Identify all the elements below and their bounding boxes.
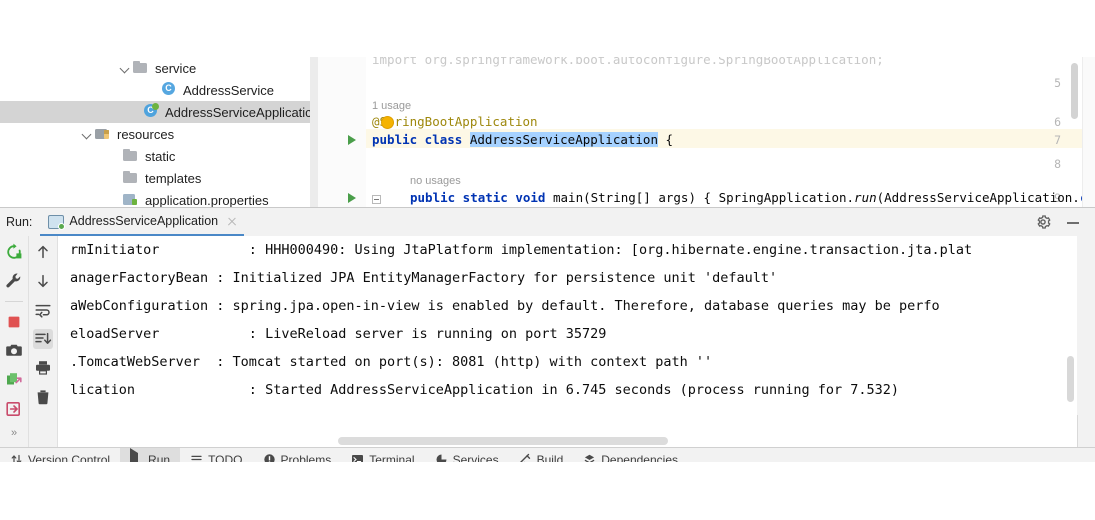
no-usage-hint[interactable]: no usages xyxy=(410,173,461,189)
console-horizontal-scrollbar[interactable] xyxy=(338,437,668,445)
close-icon[interactable] xyxy=(226,215,238,227)
arrow-down-icon[interactable] xyxy=(33,271,53,291)
run-tab-label: AddressServiceApplication xyxy=(69,214,219,228)
spring-boot-annotation: @SpringBootApplication xyxy=(372,114,538,129)
console-line: aWebConfiguration : spring.jpa.open-in-v… xyxy=(70,298,940,314)
open-brace: { xyxy=(658,132,674,147)
folder-icon xyxy=(122,170,140,186)
code-fold-icon[interactable] xyxy=(372,195,381,204)
tree-item-address-service-application[interactable]: AddressServiceApplicatic xyxy=(0,101,310,123)
arrow-up-icon[interactable] xyxy=(33,242,53,262)
main-signature: main(String[] args) { xyxy=(553,190,719,205)
tree-item-application-properties[interactable]: application.properties xyxy=(0,189,310,207)
camera-icon[interactable] xyxy=(4,341,24,361)
gear-icon[interactable] xyxy=(1035,214,1051,230)
keyword-public-class: public class xyxy=(372,132,470,147)
class-name-token[interactable]: AddressServiceApplication xyxy=(469,132,658,147)
import-statement-clipped: import org.springframework.boot.autoconf… xyxy=(372,57,884,67)
clipped-bottom-area xyxy=(0,462,1095,520)
class-declaration-line: public class AddressServiceApplication { xyxy=(372,132,673,148)
run-label: Run: xyxy=(6,215,33,229)
trash-icon[interactable] xyxy=(33,387,53,407)
line-number: 8 xyxy=(1054,157,1061,171)
ide-top-region: service AddressService AddressServiceApp… xyxy=(0,0,1095,207)
console-line: eloadServer : LiveReload server is runni… xyxy=(70,326,607,342)
console-line: .TomcatWebServer : Tomcat started on por… xyxy=(70,354,713,370)
keyword-public-static-void: public static void xyxy=(410,190,553,205)
chevrons-right-icon[interactable]: » xyxy=(11,428,17,439)
run-tool-window-header: Run: AddressServiceApplication xyxy=(0,208,1095,236)
run-method-token: run xyxy=(854,190,877,205)
folder-icon xyxy=(122,148,140,164)
gutter-strip xyxy=(310,57,318,207)
console-vertical-scrollbar[interactable] xyxy=(1067,356,1074,402)
run-tab-address-service-application[interactable]: AddressServiceApplication xyxy=(40,208,245,236)
thread-dump-icon[interactable] xyxy=(4,370,24,390)
main-args-token: (AddressServiceApplication. xyxy=(876,190,1080,205)
console-hscroll-track xyxy=(58,434,1077,448)
line-number: 5 xyxy=(1054,76,1061,90)
tree-item-static[interactable]: static xyxy=(0,145,310,167)
spring-boot-class-icon xyxy=(142,103,160,120)
run-toolbar-primary: » xyxy=(0,236,28,448)
tree-item-label: application.properties xyxy=(145,192,269,208)
line-number: 7 xyxy=(1054,133,1061,147)
tree-item-resources[interactable]: resources xyxy=(0,123,310,145)
ide-window: service AddressService AddressServiceApp… xyxy=(0,0,1095,520)
spring-application-call: SpringApplication. xyxy=(718,190,855,205)
tree-item-templates[interactable]: templates xyxy=(0,167,310,189)
soft-wrap-icon[interactable] xyxy=(33,300,53,320)
tree-item-label: AddressServiceApplicatic xyxy=(165,104,310,120)
editor-gutter[interactable] xyxy=(310,57,366,207)
tree-item-address-service[interactable]: AddressService xyxy=(0,79,310,101)
properties-file-icon xyxy=(122,192,140,207)
console-line: rmInitiator : HHH000490: Using JtaPlatfo… xyxy=(70,242,973,258)
editor-right-rail xyxy=(1082,57,1095,207)
run-header-actions xyxy=(1035,214,1095,230)
toolbar-divider xyxy=(5,301,23,302)
main-method-line: public static void main(String[] args) {… xyxy=(410,190,1095,206)
tree-item-label: static xyxy=(145,148,176,164)
run-gutter-icon[interactable] xyxy=(348,135,356,145)
rerun-icon[interactable] xyxy=(4,242,24,262)
clipped-top-area xyxy=(0,0,1095,57)
exit-icon[interactable] xyxy=(4,399,24,419)
wrench-icon[interactable] xyxy=(4,271,24,291)
usage-hint[interactable]: 1 usage xyxy=(372,98,411,114)
chevron-down-icon[interactable] xyxy=(80,127,94,141)
run-tool-window: Run: AddressServiceApplication » rmIniti… xyxy=(0,207,1095,520)
tree-item-label: resources xyxy=(117,126,175,142)
resources-folder-icon xyxy=(94,126,112,142)
line-number: 6 xyxy=(1054,115,1061,129)
code-editor[interactable]: 5 6 7 8 9 import org.springframework.boo… xyxy=(310,57,1095,207)
console-line: anagerFactoryBean : Initialized JPA Enti… xyxy=(70,270,778,286)
run-configuration-icon xyxy=(48,214,66,230)
tree-item-service[interactable]: service xyxy=(0,57,310,79)
tree-item-label: templates xyxy=(145,170,202,186)
tree-item-label: AddressService xyxy=(183,82,275,98)
minimize-icon[interactable] xyxy=(1065,214,1081,230)
stop-square-icon[interactable] xyxy=(4,312,24,332)
printer-icon[interactable] xyxy=(33,358,53,378)
console-line: lication : Started AddressServiceApplica… xyxy=(70,382,900,398)
console-output[interactable]: rmInitiator : HHH000490: Using JtaPlatfo… xyxy=(57,236,1077,448)
tree-item-label: service xyxy=(155,60,197,76)
editor-vertical-scrollbar[interactable] xyxy=(1071,63,1078,119)
intention-bulb-icon[interactable] xyxy=(382,117,393,128)
java-class-icon xyxy=(160,82,178,98)
project-tree[interactable]: service AddressService AddressServiceApp… xyxy=(0,57,310,207)
run-gutter-icon[interactable] xyxy=(348,193,356,203)
folder-icon xyxy=(132,60,150,76)
run-toolbar-secondary xyxy=(28,236,56,448)
scroll-to-end-icon[interactable] xyxy=(32,329,53,349)
chevron-down-icon[interactable] xyxy=(118,61,132,75)
